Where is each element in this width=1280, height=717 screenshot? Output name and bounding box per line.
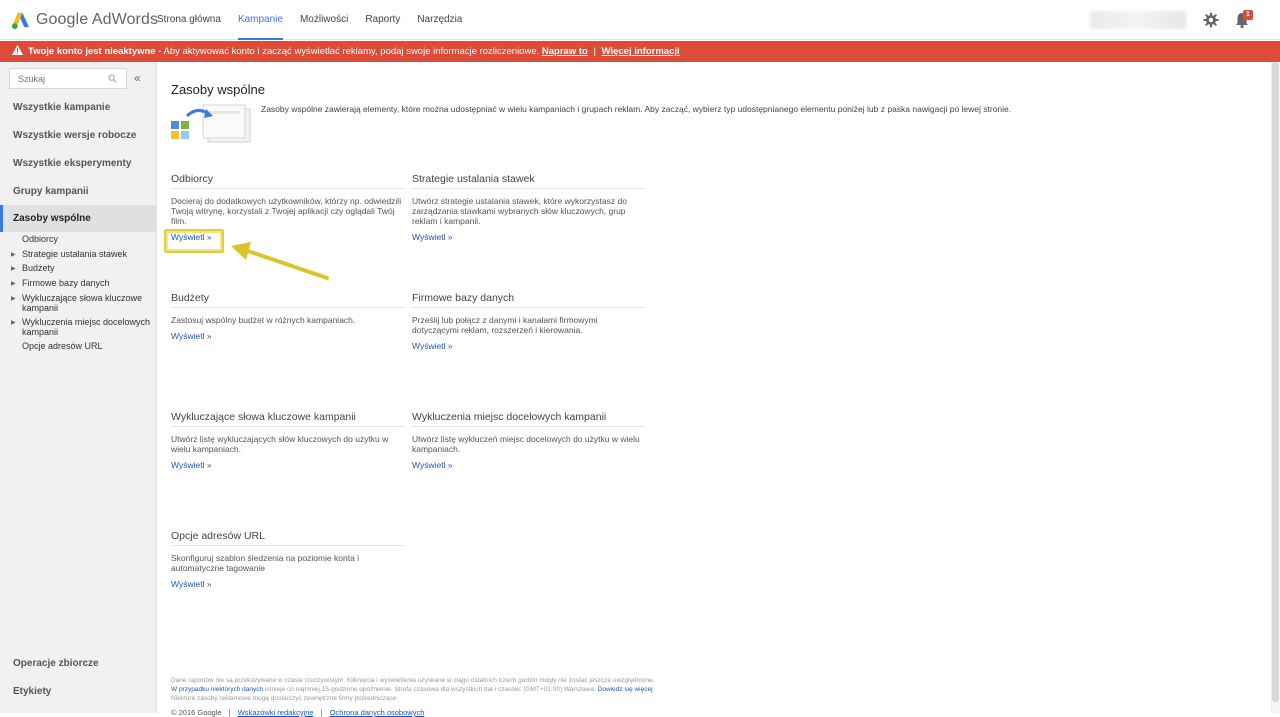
view-budgets-link[interactable]: Wyświetl » — [171, 331, 212, 341]
warning-icon — [12, 45, 23, 56]
subitem-label: Firmowe bazy danych — [22, 278, 110, 288]
sidebar-subitem-url-options[interactable]: Opcje adresów URL — [0, 341, 156, 351]
view-business-data-link[interactable]: Wyświetl » — [412, 341, 453, 351]
adwords-logo[interactable]: Google AdWords — [11, 9, 158, 31]
account-info-blurred[interactable] — [1090, 11, 1186, 29]
nav-reports[interactable]: Raporty — [365, 0, 400, 40]
sidebar-item-bulk-operations[interactable]: Operacje zbiorcze — [13, 658, 99, 669]
sidebar-subitem-business-data[interactable]: ▶ Firmowe bazy danych — [0, 278, 156, 288]
card-budgets: Budżety Zastosuj wspólny budżet w różnyc… — [171, 292, 404, 342]
notification-badge: 1 — [1243, 10, 1253, 20]
sidebar-item-shared-library[interactable]: Zasoby wspólne — [0, 205, 156, 232]
nav-opportunities[interactable]: Możliwości — [300, 0, 348, 40]
fix-it-link[interactable]: Napraw to — [542, 46, 588, 57]
sidebar-subitem-negative-keywords[interactable]: ▶ Wykluczające słowa kluczowe kampanii — [0, 293, 156, 313]
card-description: Skonfiguruj szablon śledzenia na poziomi… — [171, 553, 360, 573]
intro-text: Zasoby wspólne zawierają elementy, które… — [261, 104, 1012, 114]
nav-tools[interactable]: Narzędzia — [417, 0, 462, 40]
sidebar-item-campaign-groups[interactable]: Grupy kampanii — [0, 178, 156, 205]
inactive-account-alert: Twoje konto jest nieaktywne - Aby aktywo… — [0, 41, 1280, 62]
subitem-label: Budżety — [22, 263, 55, 273]
sidebar-subitem-budgets[interactable]: ▶ Budżety — [0, 263, 156, 273]
some-data-link[interactable]: W przypadku niektórych danych — [171, 686, 263, 693]
gear-icon[interactable] — [1203, 12, 1219, 28]
sidebar-subitem-bid-strategies[interactable]: ▶ Strategie ustalania stawek — [0, 249, 156, 259]
view-placement-exclusions-link[interactable]: Wyświetl » — [412, 460, 453, 470]
card-description: Utwórz strategie ustalania stawek, które… — [412, 196, 627, 226]
learn-more-link[interactable]: Dowiedz się więcej — [598, 686, 653, 693]
alert-separator: | — [593, 46, 596, 57]
page-title: Zasoby wspólne — [171, 82, 265, 97]
card-description: Utwórz listę wykluczeń miejsc docelowych… — [412, 434, 640, 454]
sidebar-item-all-campaigns[interactable]: Wszystkie kampanie — [0, 94, 156, 121]
card-title: Wykluczające słowa kluczowe kampanii — [171, 411, 404, 427]
card-title: Strategie ustalania stawek — [412, 173, 645, 189]
card-url-options: Opcje adresów URL Skonfiguruj szablon śl… — [171, 530, 404, 590]
nav-campaigns[interactable]: Kampanie — [237, 0, 283, 40]
expand-triangle-icon[interactable]: ▶ — [11, 250, 16, 260]
sidebar-subitem-placement-exclusions[interactable]: ▶ Wykluczenia miejsc docelowych kampanii — [0, 317, 156, 337]
footer-line-1: Dane raportów nie są przekazywane w czas… — [171, 677, 655, 684]
card-description: Utwórz listę wykluczających słów kluczow… — [171, 434, 389, 454]
scrollbar-thumb[interactable] — [1272, 62, 1279, 702]
footer-line-2-text: istnieje co najmniej 15-godzinne opóźnie… — [263, 686, 596, 693]
footer-line-3: Niektóre zasoby reklamowe mogą dostarczy… — [171, 695, 399, 702]
card-placement-exclusions: Wykluczenia miejsc docelowych kampanii U… — [412, 411, 645, 471]
footer-line-2: W przypadku niektórych danych istnieje c… — [171, 685, 731, 694]
top-bar: Google AdWords Strona główna Kampanie Mo… — [0, 0, 1280, 40]
card-title: Wykluczenia miejsc docelowych kampanii — [412, 411, 645, 427]
card-title: Opcje adresów URL — [171, 530, 404, 546]
expand-triangle-icon[interactable]: ▶ — [11, 264, 16, 274]
main-nav: Strona główna Kampanie Możliwości Raport… — [157, 0, 479, 40]
sidebar-item-all-drafts[interactable]: Wszystkie wersje robocze — [0, 122, 156, 149]
subitem-label: Wykluczenia miejsc docelowych kampanii — [22, 317, 150, 337]
card-description: Zastosuj wspólny budżet w różnych kampan… — [171, 315, 356, 325]
sidebar: « Wszystkie kampanie Wszystkie wersje ro… — [0, 62, 157, 713]
more-info-link[interactable]: Więcej informacji — [602, 46, 680, 57]
shared-library-illustration-icon — [171, 104, 251, 143]
view-bid-strategies-link[interactable]: Wyświetl » — [412, 232, 453, 242]
card-title: Firmowe bazy danych — [412, 292, 645, 308]
subitem-label: Strategie ustalania stawek — [22, 249, 128, 259]
search-input[interactable] — [10, 69, 106, 88]
card-negative-keywords: Wykluczające słowa kluczowe kampanii Utw… — [171, 411, 404, 471]
collapse-sidebar-button[interactable]: « — [134, 71, 141, 85]
card-description: Docieraj do dodatkowych użytkowników, kt… — [171, 196, 402, 226]
adwords-logo-icon — [11, 12, 30, 29]
footer-notes: Dane raportów nie są przekazywane w czas… — [171, 676, 731, 703]
sidebar-item-all-experiments[interactable]: Wszystkie eksperymenty — [0, 150, 156, 177]
alert-bold-text: Twoje konto jest nieaktywne — [28, 46, 156, 57]
nav-home[interactable]: Strona główna — [157, 0, 221, 40]
card-description: Prześlij lub połącz z danymi i kanałami … — [412, 315, 598, 335]
yellow-arrow-icon — [231, 242, 329, 280]
subitem-label: Odbiorcy — [22, 234, 59, 244]
alert-text: - Aby aktywować konto i zacząć wyświetla… — [155, 46, 540, 57]
subitem-label: Wykluczające słowa kluczowe kampanii — [22, 293, 142, 313]
card-business-data: Firmowe bazy danych Prześlij lub połącz … — [412, 292, 645, 352]
view-url-options-link[interactable]: Wyświetl » — [171, 579, 212, 589]
highlight-annotation-box — [164, 229, 224, 253]
sidebar-subitem-audiences[interactable]: Odbiorcy — [0, 234, 156, 244]
view-negative-keywords-link[interactable]: Wyświetl » — [171, 460, 212, 470]
card-title: Budżety — [171, 292, 404, 308]
card-bid-strategies: Strategie ustalania stawek Utwórz strate… — [412, 173, 645, 243]
search-icon[interactable] — [108, 74, 117, 83]
search-box — [9, 68, 127, 89]
sidebar-item-labels[interactable]: Etykiety — [13, 686, 51, 697]
subitem-label: Opcje adresów URL — [22, 341, 103, 351]
expand-triangle-icon[interactable]: ▶ — [11, 294, 16, 304]
expand-triangle-icon[interactable]: ▶ — [11, 318, 16, 328]
card-title: Odbiorcy — [171, 173, 404, 189]
main-content: Zasoby wspólne Zasoby wspólne zawierają … — [157, 62, 1271, 717]
logo-text: Google AdWords — [36, 11, 159, 28]
expand-triangle-icon[interactable]: ▶ — [11, 279, 16, 289]
